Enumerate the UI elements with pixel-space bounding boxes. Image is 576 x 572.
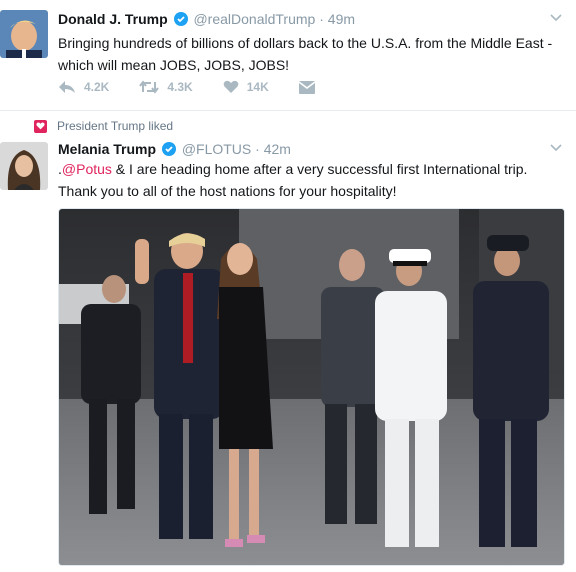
reply-count: 4.2K bbox=[84, 80, 110, 94]
text-line2: Thank you to all of the host nations for… bbox=[58, 183, 397, 199]
chevron-down-icon[interactable] bbox=[550, 12, 562, 24]
tweet-text-line1: .@Potus & I are heading home after a ver… bbox=[58, 158, 563, 180]
timestamp[interactable]: 42m bbox=[264, 141, 291, 157]
photo-image bbox=[59, 209, 564, 565]
display-name[interactable]: Donald J. Trump bbox=[58, 11, 168, 27]
like-count: 14K bbox=[246, 80, 269, 94]
liked-heart-icon bbox=[34, 119, 47, 133]
tweet-divider bbox=[0, 110, 576, 111]
handle[interactable]: @realDonaldTrump bbox=[193, 11, 315, 27]
tweet-actions: 4.2K 4.3K 14K bbox=[58, 80, 353, 94]
mention-link[interactable]: @Potus bbox=[62, 161, 112, 177]
tweet-header: Donald J. Trump @realDonaldTrump · 49m bbox=[58, 10, 355, 28]
liked-text[interactable]: President Trump liked bbox=[57, 119, 173, 133]
tweet-trump[interactable]: Donald J. Trump @realDonaldTrump · 49m B… bbox=[0, 0, 576, 108]
verified-badge-icon bbox=[173, 12, 188, 26]
retweet-count: 4.3K bbox=[167, 80, 193, 94]
avatar-trump[interactable] bbox=[0, 10, 48, 58]
liked-banner: President Trump liked bbox=[34, 119, 173, 133]
tweet-text: .@Potus & I are heading home after a ver… bbox=[58, 158, 563, 202]
separator: · bbox=[319, 11, 324, 27]
handle[interactable]: @FLOTUS bbox=[182, 141, 251, 157]
message-button[interactable] bbox=[298, 80, 323, 94]
retweet-icon bbox=[139, 80, 160, 94]
chevron-down-icon[interactable] bbox=[550, 142, 562, 154]
reply-icon bbox=[59, 81, 75, 93]
retweet-button[interactable]: 4.3K bbox=[139, 80, 193, 94]
reply-button[interactable]: 4.2K bbox=[58, 80, 109, 94]
tweet-photo[interactable] bbox=[58, 208, 565, 566]
display-name[interactable]: Melania Trump bbox=[58, 141, 156, 157]
tweet-text: Bringing hundreds of billions of dollars… bbox=[58, 35, 553, 73]
verified-badge-icon bbox=[161, 142, 176, 156]
envelope-icon bbox=[298, 80, 315, 94]
heart-icon bbox=[223, 80, 239, 93]
avatar-melania[interactable] bbox=[0, 142, 48, 190]
separator: · bbox=[255, 141, 260, 157]
text-line1: & I are heading home after a very succes… bbox=[111, 161, 528, 177]
tweet-header: Melania Trump @FLOTUS · 42m bbox=[58, 140, 291, 158]
timestamp[interactable]: 49m bbox=[328, 11, 355, 27]
like-button[interactable]: 14K bbox=[223, 80, 269, 94]
